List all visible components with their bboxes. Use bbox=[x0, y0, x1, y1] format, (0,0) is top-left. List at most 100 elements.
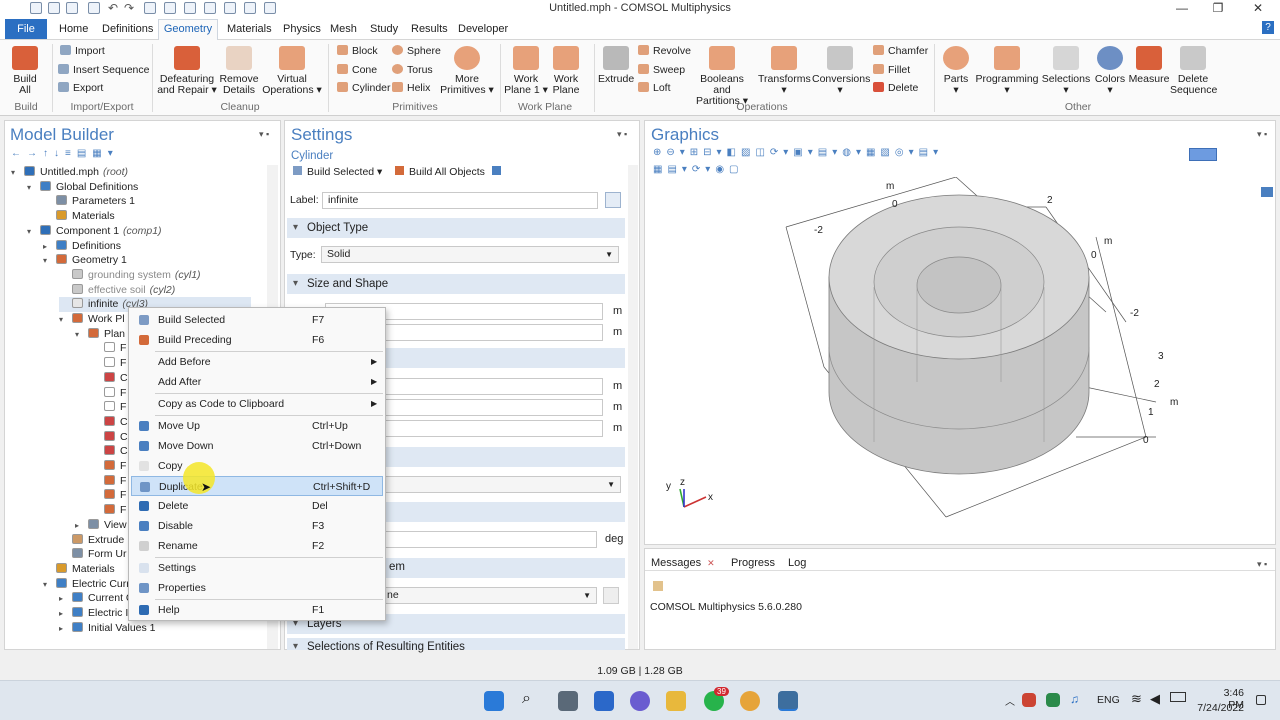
graphics-toolbar-row2[interactable]: ▦▤▾⟳▾◉▢ bbox=[653, 164, 744, 175]
insert-sequence-button[interactable]: Insert Sequence bbox=[58, 64, 149, 76]
expand-toggle-icon[interactable]: ▾ bbox=[27, 180, 37, 195]
tray-app-icon[interactable] bbox=[1022, 693, 1036, 707]
app-builder-icon[interactable] bbox=[264, 2, 276, 14]
tree-node[interactable]: C bbox=[91, 415, 128, 430]
volume-icon[interactable]: ◀ bbox=[1150, 691, 1160, 707]
tree-node[interactable]: ▾ Global Definitions bbox=[27, 180, 138, 195]
tree-node[interactable]: C bbox=[91, 371, 128, 386]
tree-node[interactable]: Materials bbox=[43, 209, 115, 224]
tree-node[interactable]: ▸ Initial Values 1 bbox=[59, 621, 156, 636]
loft-button[interactable]: Loft bbox=[638, 82, 671, 94]
window-icon[interactable] bbox=[224, 2, 236, 14]
menu-item-properties[interactable]: Properties bbox=[131, 578, 383, 598]
delete-icon[interactable] bbox=[184, 2, 196, 14]
tree-node[interactable]: grounding system (cyl1) bbox=[59, 268, 201, 283]
import-button[interactable]: Import bbox=[60, 45, 105, 57]
tab-log[interactable]: Log bbox=[788, 557, 806, 569]
chrome-icon[interactable] bbox=[740, 691, 760, 711]
maximize-icon[interactable]: ❐ bbox=[1208, 1, 1228, 15]
fillet-button[interactable]: Fillet bbox=[873, 64, 910, 76]
menu-item-settings[interactable]: Settings bbox=[131, 558, 383, 578]
expand-toggle-icon[interactable]: ▾ bbox=[59, 312, 69, 327]
close-tab-icon[interactable]: ✕ bbox=[707, 558, 715, 568]
section-selections[interactable]: Selections of Resulting Entities bbox=[287, 638, 625, 656]
tree-node[interactable]: F bbox=[91, 488, 126, 503]
select-icon[interactable] bbox=[204, 2, 216, 14]
build-all-objects-button[interactable]: Build All Objects bbox=[395, 166, 501, 178]
tab-messages[interactable]: Messages ✕ bbox=[651, 557, 715, 569]
build-selected-button[interactable]: Build Selected ▾ bbox=[293, 166, 382, 178]
expand-toggle-icon[interactable]: ▾ bbox=[75, 327, 85, 342]
delete-sequence-button[interactable]: Delete Sequence bbox=[1170, 46, 1217, 96]
tree-node[interactable]: F bbox=[91, 386, 126, 401]
panel-menu-icon[interactable]: ▾ ▪ bbox=[259, 129, 269, 140]
menu-item-move-up[interactable]: Move Up Ctrl+Up bbox=[131, 416, 383, 436]
chamfer-button[interactable]: Chamfer bbox=[873, 45, 928, 57]
work-plane-button[interactable]: Work Plane bbox=[548, 46, 584, 96]
expand-toggle-icon[interactable]: ▾ bbox=[27, 224, 37, 239]
panel-menu-icon[interactable]: ▾ ▪ bbox=[1257, 559, 1267, 570]
show-hidden-icons[interactable]: ︿ bbox=[1005, 693, 1015, 708]
work-plane-1-button[interactable]: Work Plane 1 ▾ bbox=[504, 46, 548, 96]
block-button[interactable]: Block bbox=[337, 45, 378, 57]
defeaturing-button[interactable]: Defeaturing and Repair ▾ bbox=[156, 46, 218, 96]
panel-menu-icon[interactable]: ▾ ▪ bbox=[1257, 129, 1267, 140]
section-size-and-shape[interactable]: Size and Shape bbox=[287, 274, 625, 294]
comsol-taskbar-icon[interactable] bbox=[778, 691, 798, 711]
virtual-operations-button[interactable]: Virtual Operations ▾ bbox=[262, 46, 322, 96]
settings-scrollbar[interactable] bbox=[628, 165, 638, 649]
tree-node[interactable]: F bbox=[91, 400, 126, 415]
open-icon[interactable] bbox=[48, 2, 60, 14]
expand-toggle-icon[interactable]: ▸ bbox=[43, 239, 53, 254]
cylinder-button[interactable]: Cylinder bbox=[337, 82, 391, 94]
tree-node[interactable]: ▾ Plan bbox=[75, 327, 125, 342]
remove-details-button[interactable]: Remove Details bbox=[218, 46, 260, 96]
type-select[interactable]: Solid ▼ bbox=[321, 246, 619, 263]
file-explorer-icon[interactable] bbox=[666, 691, 686, 711]
graphics-toolbar[interactable]: ⊕⊖▾⊞⊟▾◧▨◫⟳▾▣▾▤▾◍▾▦▧◎▾▤▾ bbox=[653, 147, 943, 158]
tree-node[interactable]: F bbox=[91, 503, 126, 518]
expand-toggle-icon[interactable]: ▾ bbox=[43, 577, 53, 592]
go-to-source-icon[interactable] bbox=[603, 587, 619, 604]
save-icon[interactable] bbox=[66, 2, 78, 14]
colors-button[interactable]: Colors ▾ bbox=[1092, 46, 1128, 96]
search-icon[interactable]: ⌕ bbox=[522, 690, 531, 708]
tree-node[interactable]: F bbox=[91, 474, 126, 489]
build-all-button[interactable]: Build All bbox=[8, 46, 42, 96]
tree-node[interactable]: Materials bbox=[43, 562, 115, 577]
transforms-button[interactable]: Transforms ▾ bbox=[758, 46, 811, 96]
clipboard-icon[interactable] bbox=[144, 2, 156, 14]
menu-item-duplicate[interactable]: Duplicate Ctrl+Shift+D bbox=[131, 476, 383, 496]
tree-node[interactable]: ▾ Untitled.mph (root) bbox=[11, 165, 128, 180]
export-button[interactable]: Export bbox=[58, 82, 103, 94]
close-icon[interactable]: ✕ bbox=[1248, 1, 1268, 15]
tree-node[interactable]: ▸ Definitions bbox=[43, 239, 121, 254]
expand-toggle-icon[interactable]: ▾ bbox=[11, 165, 21, 180]
tab-study[interactable]: Study bbox=[370, 23, 398, 35]
tray-app-icon-2[interactable] bbox=[1046, 693, 1060, 707]
sweep-button[interactable]: Sweep bbox=[638, 64, 685, 76]
menu-item-copy[interactable]: Copy bbox=[131, 456, 383, 476]
expand-toggle-icon[interactable]: ▸ bbox=[59, 606, 69, 621]
parts-button[interactable]: Parts ▾ bbox=[940, 46, 972, 96]
menu-item-build-selected[interactable]: Build Selected F7 bbox=[131, 310, 383, 330]
menu-item-delete[interactable]: Delete Del bbox=[131, 496, 383, 516]
tree-node[interactable]: effective soil (cyl2) bbox=[59, 283, 175, 298]
menu-item-disable[interactable]: Disable F3 bbox=[131, 516, 383, 536]
tab-developer[interactable]: Developer bbox=[458, 23, 508, 35]
windows-start-icon[interactable] bbox=[484, 691, 504, 711]
revolve-button[interactable]: Revolve bbox=[638, 45, 691, 57]
move-icon[interactable] bbox=[244, 2, 256, 14]
expand-toggle-icon[interactable]: ▸ bbox=[59, 591, 69, 606]
tree-node[interactable]: F bbox=[91, 356, 126, 371]
microphone-icon[interactable]: ♫ bbox=[1070, 692, 1079, 706]
section-object-type[interactable]: Object Type bbox=[287, 218, 625, 238]
booleans-partitions-button[interactable]: Booleans and Partitions ▾ bbox=[690, 46, 754, 107]
sphere-button[interactable]: Sphere bbox=[392, 45, 441, 57]
task-view-icon[interactable] bbox=[558, 691, 578, 711]
tree-node[interactable]: ▾ Geometry 1 bbox=[43, 253, 127, 268]
menu-item-copy-as-code-to-clipboard[interactable]: Copy as Code to Clipboard ▶ bbox=[131, 394, 383, 414]
geometry-view[interactable]: m -2 0 2 m 0 -2 3 2 m 1 0 x y z bbox=[646, 177, 1274, 543]
wifi-icon[interactable]: ≋ bbox=[1131, 691, 1142, 707]
tree-node[interactable]: ▸ Current C bbox=[59, 591, 134, 606]
